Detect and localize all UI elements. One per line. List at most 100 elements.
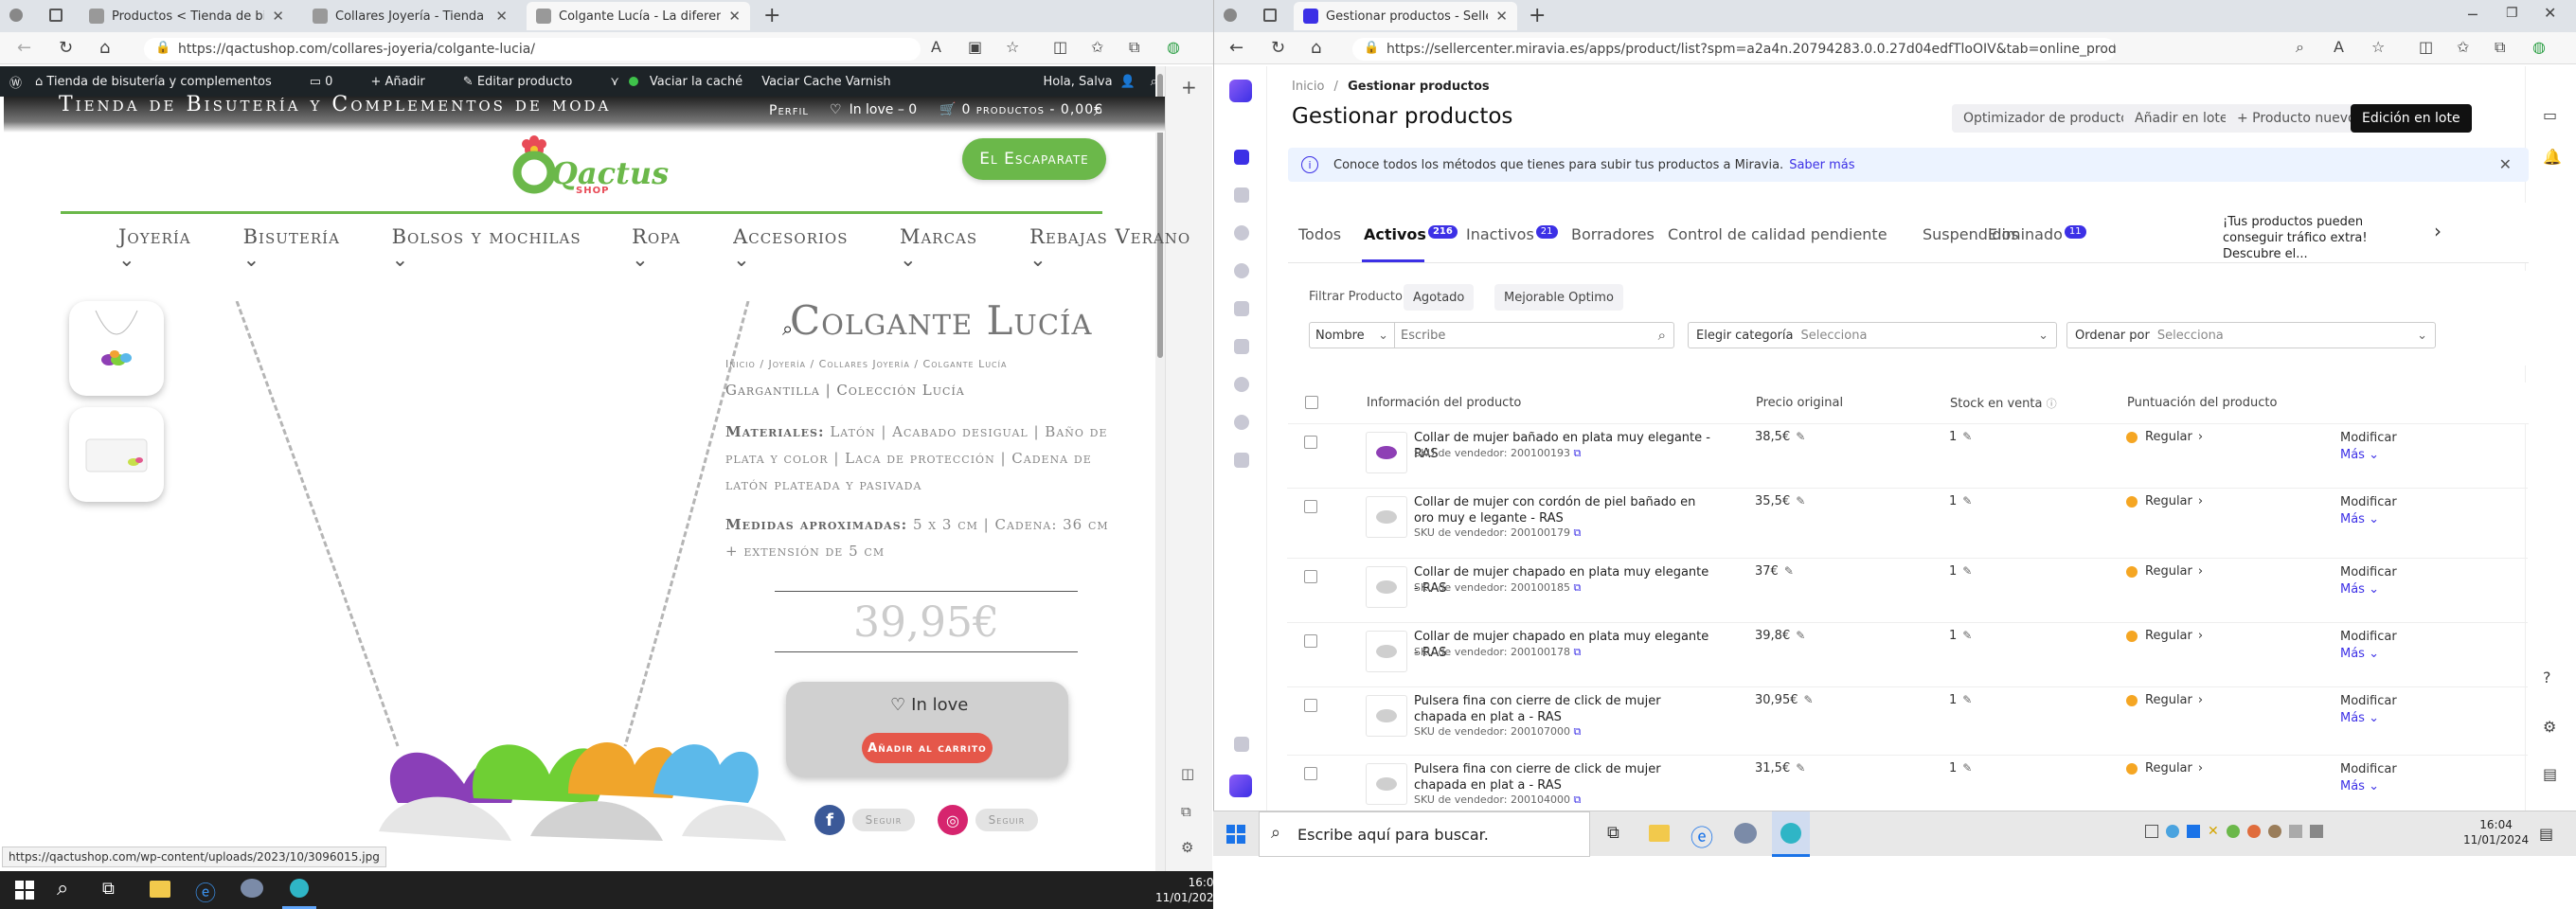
- row-checkbox[interactable]: [1304, 436, 1317, 449]
- bulk-add-button[interactable]: Añadir en lote: [2123, 104, 2240, 133]
- product-thumbnail[interactable]: [1366, 566, 1407, 608]
- nav-ropa[interactable]: Ropa ⌄: [632, 225, 705, 271]
- nav-joyeria[interactable]: Joyería ⌄: [118, 225, 215, 271]
- nav-account-icon[interactable]: [1234, 453, 1249, 468]
- settings-icon[interactable]: ⚙: [2543, 718, 2556, 736]
- site-search-icon[interactable]: ⌕: [1094, 100, 1103, 120]
- tab-productos[interactable]: Productos < Tienda de bisutería ✕: [80, 2, 294, 30]
- modify-link[interactable]: Modificar: [2340, 564, 2397, 581]
- select-all-checkbox[interactable]: [1305, 396, 1318, 409]
- nav-bolsos[interactable]: Bolsos y mochilas ⌄: [392, 225, 603, 271]
- product-name-link[interactable]: Pulsera fina con cierre de click de muje…: [1414, 693, 1717, 725]
- nav-orders-icon[interactable]: [1234, 187, 1249, 203]
- filter-chip-mejorable[interactable]: Mejorable Optimo: [1494, 284, 1623, 311]
- breadcrumb-home[interactable]: Inicio: [1292, 80, 1324, 94]
- tray-close-app-icon[interactable]: ✕: [2208, 825, 2219, 838]
- bulk-edit-button[interactable]: Edición en lote: [2351, 104, 2472, 133]
- sidebar-split-icon[interactable]: ◫: [1181, 765, 1194, 782]
- collections-icon[interactable]: ⧉: [1129, 38, 1139, 57]
- copy-icon[interactable]: ⧉: [1573, 581, 1581, 594]
- tray-network-icon[interactable]: [2288, 825, 2302, 838]
- modify-link[interactable]: Modificar: [2340, 693, 2397, 710]
- left-clock[interactable]: 16:04 11/01/2024: [1155, 875, 1213, 905]
- edit-price-icon[interactable]: ✎: [1796, 761, 1805, 775]
- clear-cache-link[interactable]: Vaciar la caché: [650, 75, 742, 89]
- edit-stock-icon[interactable]: ✎: [1962, 629, 1972, 642]
- instagram-icon[interactable]: ◎: [938, 805, 968, 835]
- profile-link[interactable]: Perfil: [769, 103, 809, 118]
- modify-link[interactable]: Modificar: [2340, 494, 2397, 511]
- extension-icon[interactable]: ◍: [1167, 38, 1180, 56]
- sidebar-settings-icon[interactable]: ⚙: [1181, 839, 1193, 856]
- tab-eliminado[interactable]: Eliminado 11: [1988, 225, 2086, 243]
- row-checkbox[interactable]: [1304, 767, 1317, 780]
- close-tab-icon[interactable]: ✕: [495, 8, 508, 25]
- edit-stock-icon[interactable]: ✎: [1962, 494, 1972, 508]
- right-clock[interactable]: 16:04 11/01/2024: [2463, 817, 2529, 847]
- copy-icon[interactable]: ⧉: [1573, 646, 1581, 658]
- nav-data-icon[interactable]: [1234, 301, 1249, 316]
- minimize-icon[interactable]: ─: [2468, 6, 2478, 24]
- chat-icon[interactable]: ▭: [2543, 106, 2557, 124]
- showcase-button[interactable]: El Escaparate: [962, 138, 1106, 180]
- more-link[interactable]: Más ⌄: [2340, 710, 2397, 727]
- product-main-image[interactable]: [180, 301, 805, 860]
- tray-security-icon[interactable]: [2226, 825, 2240, 838]
- favorites-icon[interactable]: ✩: [2457, 38, 2469, 56]
- taskbar-search-box[interactable]: ⌕ Escribe aquí para buscar.: [1259, 811, 1590, 857]
- site-logo[interactable]: Qactus SHOP: [508, 133, 669, 199]
- search-field-select[interactable]: Nombre ⌄: [1310, 323, 1395, 348]
- copy-icon[interactable]: ⧉: [1573, 526, 1581, 539]
- new-tab-icon[interactable]: +: [1529, 4, 1546, 27]
- breadcrumb[interactable]: Inicio / Joyería / Collares Joyería / Co…: [725, 358, 1007, 370]
- app-install-icon[interactable]: ▣: [968, 38, 982, 56]
- product-thumbnail[interactable]: [1366, 631, 1407, 672]
- wordpress-logo-icon[interactable]: Ⓦ: [9, 73, 22, 91]
- add-new-link[interactable]: + Añadir: [370, 75, 443, 89]
- edge-taskbar-button[interactable]: [282, 871, 316, 909]
- profile-icon[interactable]: [9, 9, 23, 22]
- tab-borradores[interactable]: Borradores: [1571, 225, 1655, 243]
- tray-disk-icon[interactable]: [2267, 825, 2281, 838]
- row-checkbox[interactable]: [1304, 699, 1317, 712]
- zoom-search-icon[interactable]: ⌕: [782, 317, 793, 340]
- nav-help-icon[interactable]: [1234, 415, 1249, 430]
- notifications-icon[interactable]: ▤: [2539, 825, 2553, 843]
- optimizer-button[interactable]: Optimizador de productos: [1952, 104, 2148, 133]
- nav-accesorios[interactable]: Accesorios ⌄: [733, 225, 871, 271]
- task-view-icon[interactable]: ⧉: [102, 879, 115, 899]
- more-link[interactable]: Más ⌄: [2340, 511, 2397, 528]
- copy-icon[interactable]: ⧉: [1573, 725, 1581, 738]
- nav-finance-icon[interactable]: [1234, 263, 1249, 278]
- tray-volume-icon[interactable]: [2309, 825, 2323, 838]
- row-checkbox[interactable]: [1304, 634, 1317, 648]
- search-icon[interactable]: ⌕: [1658, 327, 1666, 344]
- instagram-follow-button[interactable]: Seguir: [975, 809, 1038, 831]
- windows-start-icon[interactable]: [15, 881, 34, 900]
- copy-icon[interactable]: ⧉: [1573, 447, 1581, 459]
- tab-colgante-lucia[interactable]: Colgante Lucía - La diferencia es ✕: [527, 2, 750, 30]
- cart-link[interactable]: 🛒 0 productos - 0,00€: [939, 102, 1103, 117]
- new-tab-icon[interactable]: +: [763, 4, 780, 27]
- nav-bisuteria[interactable]: Bisutería ⌄: [243, 225, 364, 271]
- app-icon[interactable]: [241, 879, 263, 898]
- row-checkbox[interactable]: [1304, 500, 1317, 513]
- product-thumbnail[interactable]: [1366, 432, 1407, 473]
- nav-logistics-icon[interactable]: [1234, 339, 1249, 354]
- comments-link[interactable]: ▭ 0: [310, 75, 352, 89]
- product-score-cell[interactable]: Regular ›: [2126, 629, 2203, 643]
- back-icon[interactable]: ←: [1229, 38, 1243, 58]
- tab-inactivos[interactable]: Inactivos 21: [1466, 225, 1558, 243]
- nav-products-icon[interactable]: [1234, 150, 1249, 165]
- edit-stock-icon[interactable]: ✎: [1962, 430, 1972, 443]
- windows-start-icon[interactable]: [1226, 825, 1245, 844]
- split-screen-icon[interactable]: ◫: [1053, 38, 1067, 56]
- nav-rebajas[interactable]: Rebajas Verano ⌄: [1029, 225, 1213, 271]
- product-score-cell[interactable]: Regular ›: [2126, 430, 2203, 444]
- profile-icon[interactable]: [1224, 9, 1237, 22]
- product-score-cell[interactable]: Regular ›: [2126, 761, 2203, 775]
- sidebar-add-icon[interactable]: +: [1181, 76, 1197, 98]
- site-name-link[interactable]: ⌂ Tienda de bisutería y complementos: [35, 75, 291, 89]
- zoom-icon[interactable]: ⌕: [2296, 38, 2304, 57]
- edit-price-icon[interactable]: ✎: [1804, 693, 1814, 706]
